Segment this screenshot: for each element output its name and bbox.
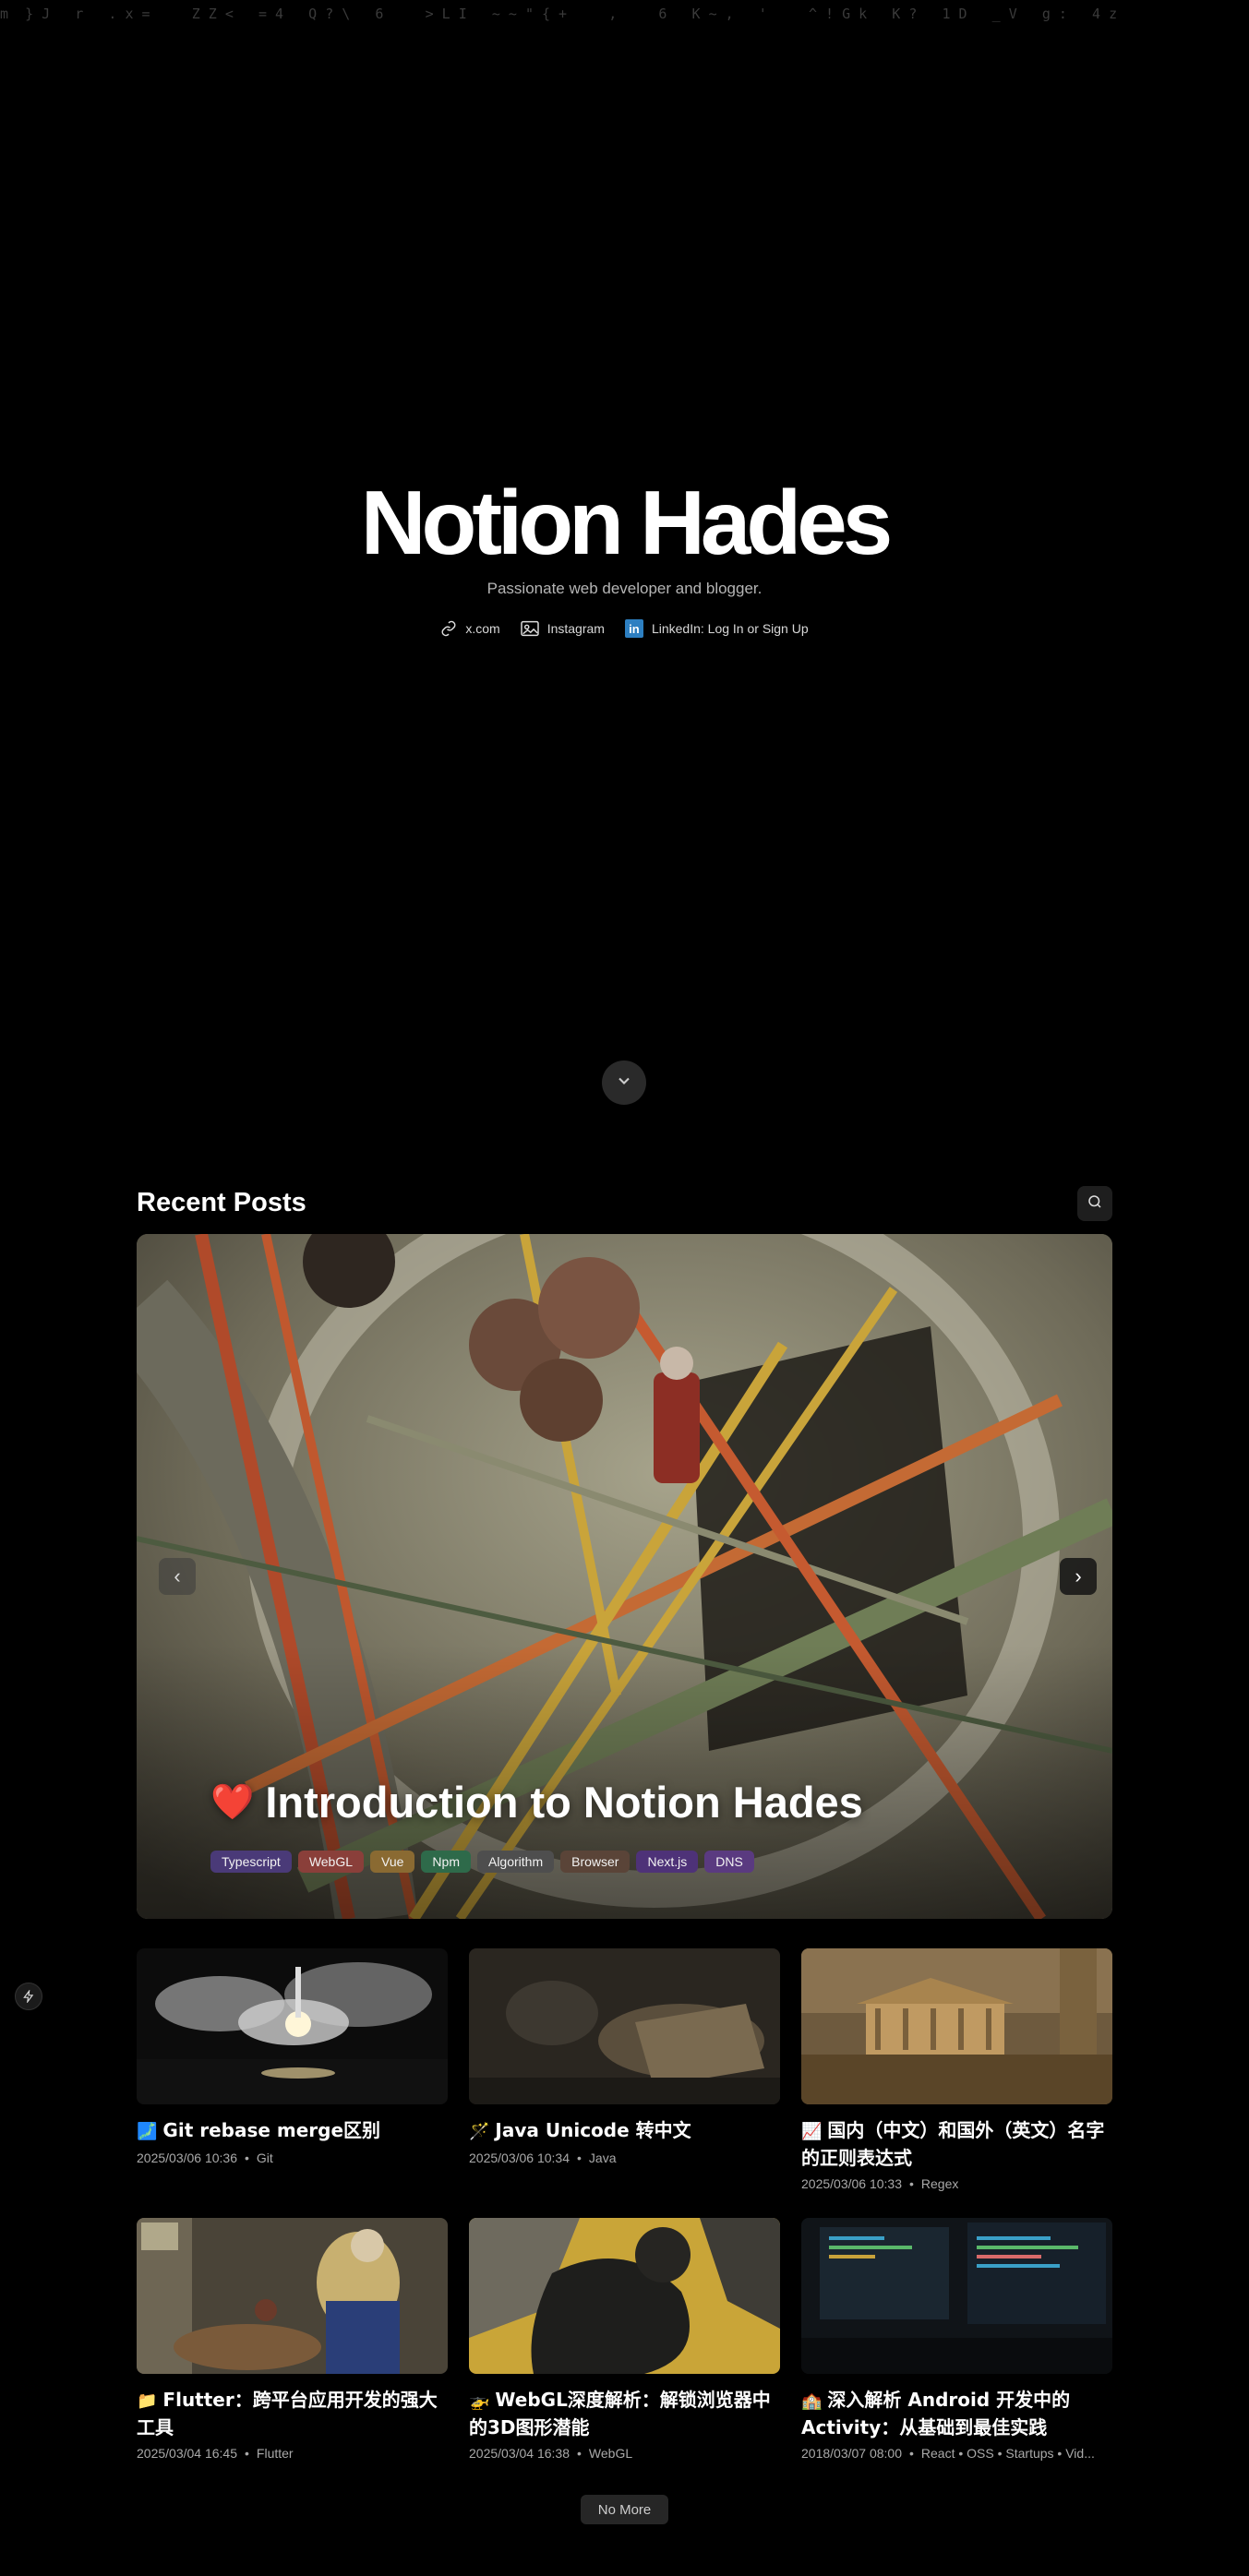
featured-post-title[interactable]: ❤️ Introduction to Notion Hades	[210, 1777, 863, 1827]
tag-badge[interactable]: Npm	[421, 1851, 471, 1873]
post-card[interactable]: 📁 Flutter：跨平台应用开发的强大工具 2025/03/04 16:45 • F…	[137, 2218, 448, 2461]
post-date: 2025/03/06 10:34	[469, 2151, 570, 2165]
post-meta: 2025/03/06 10:33 • Regex	[801, 2176, 1112, 2191]
post-title-text: Flutter：跨平台应用开发的强大工具	[137, 2389, 438, 2438]
tag-badge[interactable]: Vue	[370, 1851, 415, 1873]
post-card[interactable]: 🚁 WebGL深度解析：解锁浏览器中的3D图形潜能 2025/03/04 16:3…	[469, 2218, 780, 2461]
post-thumbnail	[801, 2218, 1112, 2374]
post-thumbnail	[801, 1948, 1112, 2104]
post-tags[interactable]: React • OSS • Startups • Vid...	[921, 2446, 1095, 2461]
section-title: Recent Posts	[137, 1188, 306, 1217]
post-title-text: WebGL深度解析：解锁浏览器中的3D图形潜能	[469, 2389, 771, 2438]
tag-badge[interactable]: Typescript	[210, 1851, 292, 1873]
post-card[interactable]: 🪄 Java Unicode 转中文 2025/03/06 10:34 • Java	[469, 1948, 780, 2165]
post-date: 2025/03/04 16:45	[137, 2446, 237, 2461]
tag-badge[interactable]: Browser	[560, 1851, 631, 1873]
heart-icon: ❤️	[210, 1782, 255, 1822]
post-date: 2025/03/04 16:38	[469, 2446, 570, 2461]
link-icon	[440, 620, 457, 637]
instagram-icon	[520, 620, 539, 637]
post-thumbnail	[469, 2218, 780, 2374]
scroll-down-button[interactable]	[602, 1060, 646, 1105]
post-emoji-icon: 🗾	[137, 2122, 158, 2141]
post-title-text: Git rebase merge区别	[162, 2119, 381, 2141]
separator-dot: •	[245, 2446, 249, 2461]
linkedin-icon: in	[624, 619, 643, 638]
post-title[interactable]: 🪄 Java Unicode 转中文	[469, 2117, 780, 2145]
post-thumbnail	[469, 1948, 780, 2104]
carousel-next-button[interactable]: ›	[1060, 1558, 1097, 1595]
site-title: Notion Hades	[360, 472, 894, 573]
recent-posts-header: Recent Posts	[137, 1186, 1112, 1223]
separator-dot: •	[245, 2151, 249, 2165]
social-link-label: LinkedIn: Log In or Sign Up	[651, 621, 809, 636]
tag-badge[interactable]: Next.js	[636, 1851, 699, 1873]
social-link-label: Instagram	[546, 621, 605, 636]
post-title-text: Java Unicode 转中文	[495, 2119, 691, 2141]
post-title-text: 深入解析 Android 开发中的Activity：从基础到最佳实践	[801, 2389, 1071, 2438]
post-card[interactable]: 📈 国内（中文）和国外（英文）名字的正则表达式 2025/03/06 10:33 •…	[801, 1948, 1112, 2191]
separator-dot: •	[577, 2446, 582, 2461]
hero-section: Notion Hades Passionate web developer an…	[0, 0, 1249, 1154]
featured-tag-list: Typescript WebGL Vue Npm Algorithm Brows…	[210, 1851, 754, 1873]
separator-dot: •	[577, 2151, 582, 2165]
social-link-label: x.com	[465, 621, 500, 636]
post-tags[interactable]: Java	[589, 2151, 617, 2165]
post-title[interactable]: 🚁 WebGL深度解析：解锁浏览器中的3D图形潜能	[469, 2387, 780, 2440]
featured-post-title-text: Introduction to Notion Hades	[265, 1778, 863, 1827]
chevron-left-icon: ‹	[174, 1564, 181, 1588]
post-date: 2025/03/06 10:36	[137, 2151, 237, 2165]
no-more-button[interactable]: No More	[581, 2495, 668, 2524]
post-tags[interactable]: Git	[257, 2151, 273, 2165]
post-meta: 2025/03/04 16:45 • Flutter	[137, 2446, 448, 2461]
post-emoji-icon: 🏫	[801, 2391, 823, 2411]
separator-dot: •	[909, 2176, 914, 2191]
post-thumbnail	[137, 2218, 448, 2374]
post-date: 2025/03/06 10:33	[801, 2176, 902, 2191]
lightning-icon[interactable]	[15, 1983, 42, 2010]
tag-badge[interactable]: WebGL	[297, 1851, 365, 1873]
post-tags[interactable]: WebGL	[589, 2446, 632, 2461]
site-subtitle: Passionate web developer and blogger.	[486, 580, 763, 597]
post-thumbnail	[137, 1948, 448, 2104]
post-emoji-icon: 🪄	[469, 2122, 490, 2141]
post-tags[interactable]: Flutter	[257, 2446, 294, 2461]
search-button[interactable]	[1077, 1186, 1112, 1221]
carousel-prev-button[interactable]: ‹	[159, 1558, 196, 1595]
separator-dot: •	[909, 2446, 914, 2461]
post-title[interactable]: 🏫 深入解析 Android 开发中的Activity：从基础到最佳实践	[801, 2387, 1112, 2440]
post-title-text: 国内（中文）和国外（英文）名字的正则表达式	[801, 2119, 1105, 2169]
chevron-down-icon	[615, 1072, 633, 1095]
post-tags[interactable]: Regex	[921, 2176, 958, 2191]
social-link-linkedin[interactable]: in LinkedIn: Log In or Sign Up	[624, 619, 809, 638]
social-link-instagram[interactable]: Instagram	[520, 619, 605, 638]
search-icon	[1087, 1193, 1103, 1215]
post-card[interactable]: 🗾 Git rebase merge区别 2025/03/06 10:36 • Git	[137, 1948, 448, 2165]
post-meta: 2025/03/06 10:34 • Java	[469, 2151, 780, 2165]
post-meta: 2025/03/06 10:36 • Git	[137, 2151, 448, 2165]
post-title[interactable]: 📁 Flutter：跨平台应用开发的强大工具	[137, 2387, 448, 2440]
post-card[interactable]: 🏫 深入解析 Android 开发中的Activity：从基础到最佳实践 2018…	[801, 2218, 1112, 2461]
post-title[interactable]: 🗾 Git rebase merge区别	[137, 2117, 448, 2145]
social-links: x.com Instagram in LinkedIn: Log In or S…	[0, 619, 1249, 638]
tag-badge[interactable]: Algorithm	[476, 1851, 555, 1873]
tag-badge[interactable]: DNS	[704, 1851, 754, 1873]
post-emoji-icon: 🚁	[469, 2391, 490, 2411]
post-emoji-icon: 📁	[137, 2391, 158, 2411]
post-meta: 2018/03/07 08:00 • React • OSS • Startups …	[801, 2446, 1112, 2461]
chevron-right-icon: ›	[1075, 1564, 1082, 1588]
social-link-x[interactable]: x.com	[440, 619, 500, 638]
post-date: 2018/03/07 08:00	[801, 2446, 902, 2461]
post-meta: 2025/03/04 16:38 • WebGL	[469, 2446, 780, 2461]
post-emoji-icon: 📈	[801, 2122, 823, 2141]
post-title[interactable]: 📈 国内（中文）和国外（英文）名字的正则表达式	[801, 2117, 1112, 2171]
